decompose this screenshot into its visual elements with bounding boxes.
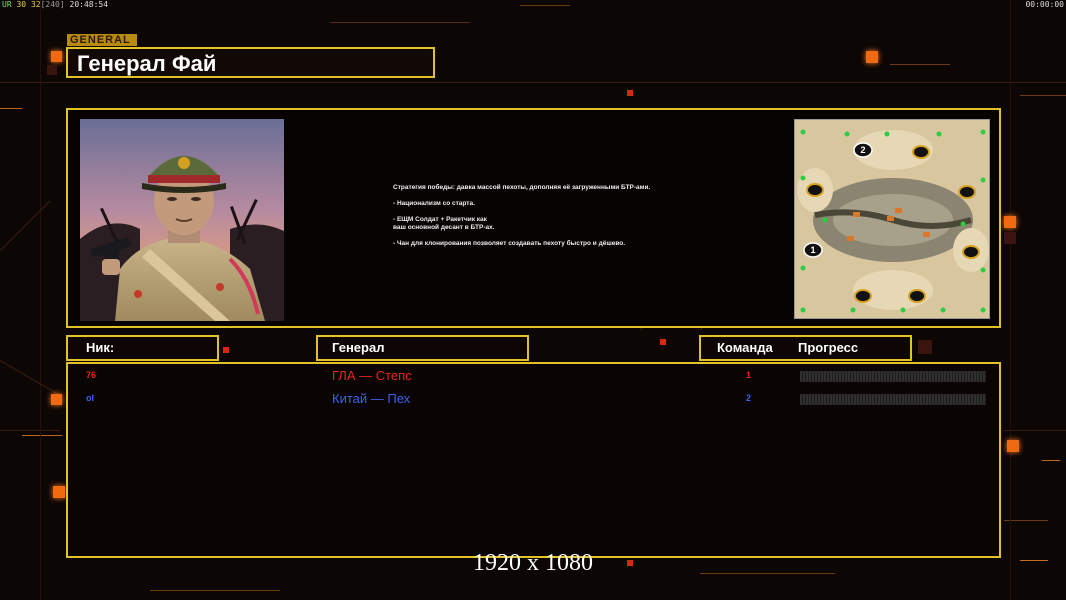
team-header-label: Команда [717, 340, 773, 355]
nick-header: Ник: [66, 335, 219, 361]
general-portrait [80, 119, 284, 321]
game-timer: 00:00:00 [1025, 0, 1064, 9]
strategy-line: - ЕЩМ Солдат + Ракетчик как ваш основной… [393, 216, 495, 231]
player-general: ГЛА — Степс [332, 368, 412, 383]
player-row: ol Китай — Пех 2 [68, 391, 999, 407]
player-general: Китай — Пех [332, 391, 411, 406]
general-header: Генерал [316, 335, 529, 361]
resolution-label: 1920 x 1080 [473, 550, 593, 576]
progress-bar [800, 371, 986, 382]
player-list: 76 ГЛА — Степс 1 ol Китай — Пех 2 [66, 362, 1001, 558]
page-title: Генерал Фай [77, 51, 217, 76]
strategy-line: Стратегия победы: давка массой пехоты, д… [393, 184, 651, 191]
start-position-1: 1 [810, 245, 815, 255]
strategy-line: - Национализм со старта. [393, 200, 475, 207]
player-team: 1 [746, 370, 752, 380]
frame-value: 32 [30, 0, 41, 9]
progress-bar [800, 394, 986, 405]
strategy-line: - Чан для клонирования позволяет создава… [393, 240, 626, 247]
general-info-panel: Стратегия победы: давка массой пехоты, д… [66, 108, 1001, 328]
team-progress-header: Команда Прогресс [699, 335, 912, 361]
player-team: 2 [746, 393, 752, 403]
progress-header-label: Прогресс [798, 340, 859, 355]
nick-header-label: Ник: [86, 340, 115, 355]
player-row: 76 ГЛА — Степс 1 [68, 368, 999, 384]
fps-value: 30 [16, 0, 27, 9]
general-tag: GENERAL [67, 34, 137, 46]
strategy-description: Стратегия победы: давка массой пехоты, д… [393, 184, 773, 256]
clock: 20:48:54 [69, 0, 109, 9]
start-position-2: 2 [860, 145, 865, 155]
player-nick: 76 [86, 370, 97, 380]
hud-stats: UR 30 32[240] 20:48:54 [2, 0, 108, 9]
player-nick: ol [86, 393, 94, 403]
title-box: Генерал Фай [66, 47, 435, 78]
general-header-label: Генерал [332, 340, 385, 355]
map-preview[interactable]: 2 1 [794, 119, 990, 319]
frame-total: [240] [40, 0, 65, 9]
fps-label: UR [2, 0, 12, 9]
